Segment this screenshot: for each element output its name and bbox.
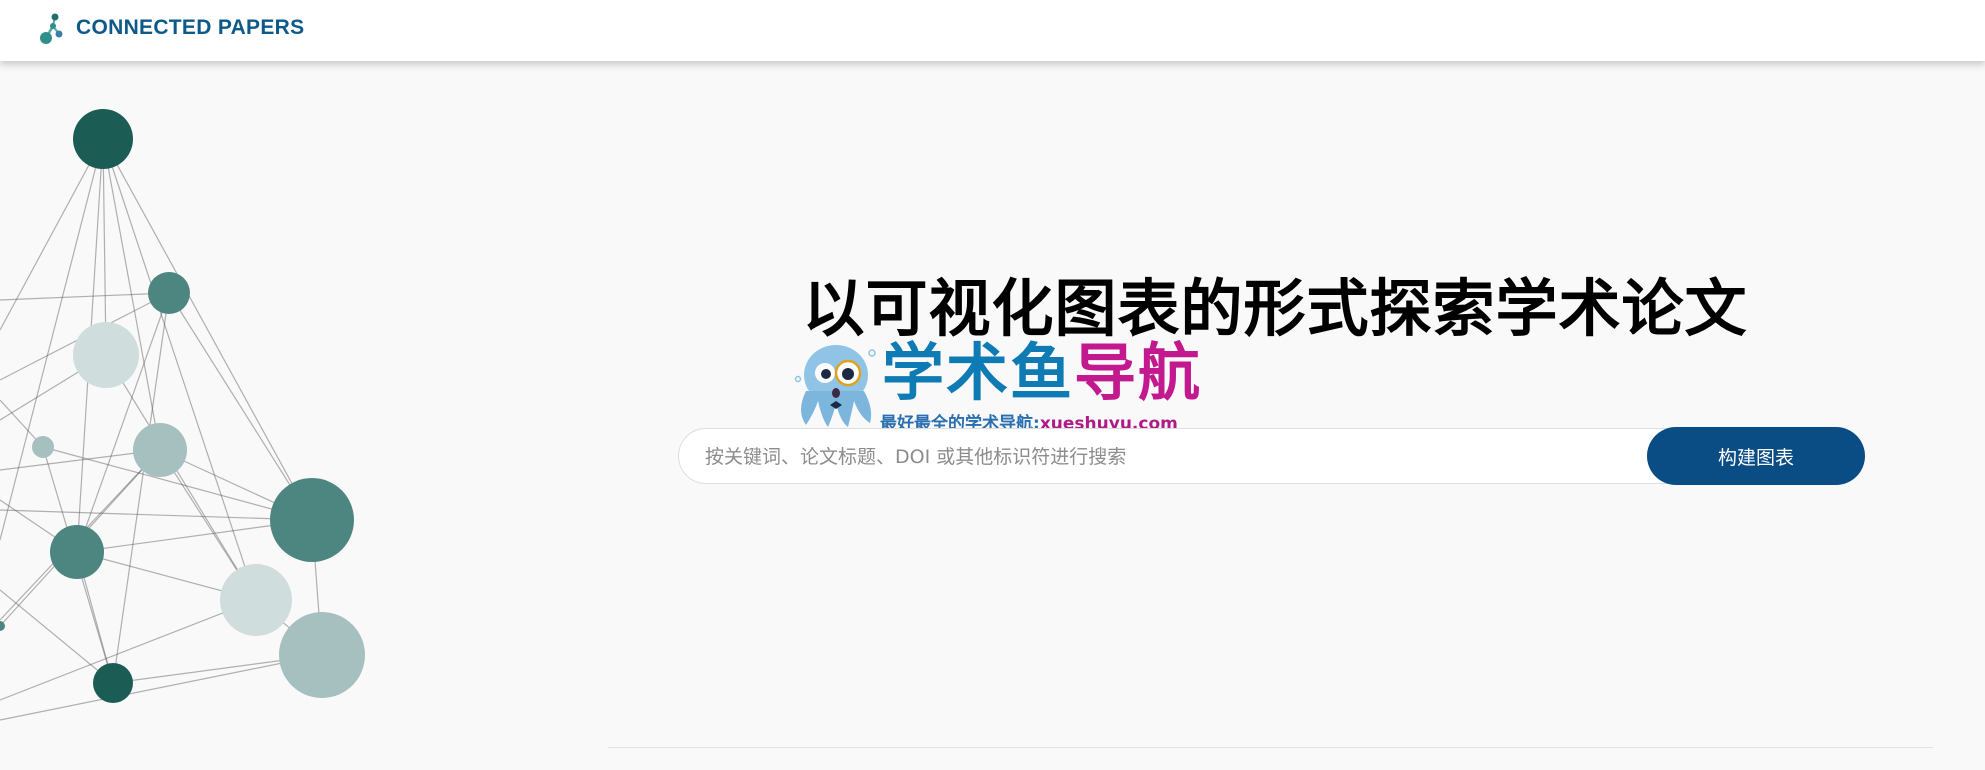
brand-name: CONNECTED PAPERS <box>76 16 305 39</box>
section-divider <box>608 747 1933 748</box>
network-graph-illustration <box>0 109 365 721</box>
watermark-title-part1: 学术鱼 <box>882 336 1075 409</box>
brand-logo-link[interactable]: CONNECTED PAPERS <box>38 10 304 46</box>
connected-papers-logo-icon <box>40 13 63 44</box>
top-nav-bar: CONNECTED PAPERS <box>0 0 1985 61</box>
watermark-title: 学术鱼导航 <box>882 335 1202 411</box>
build-graph-button[interactable]: 构建图表 <box>1647 427 1865 485</box>
search-input[interactable] <box>703 429 1627 485</box>
watermark-overlay: 学术鱼导航 最好最全的学术导航:xueshuyu.com <box>792 335 1212 435</box>
octopus-mascot-icon <box>794 345 876 427</box>
watermark-title-part2: 导航 <box>1074 336 1203 409</box>
search-bar: 构建图表 <box>678 427 1865 485</box>
